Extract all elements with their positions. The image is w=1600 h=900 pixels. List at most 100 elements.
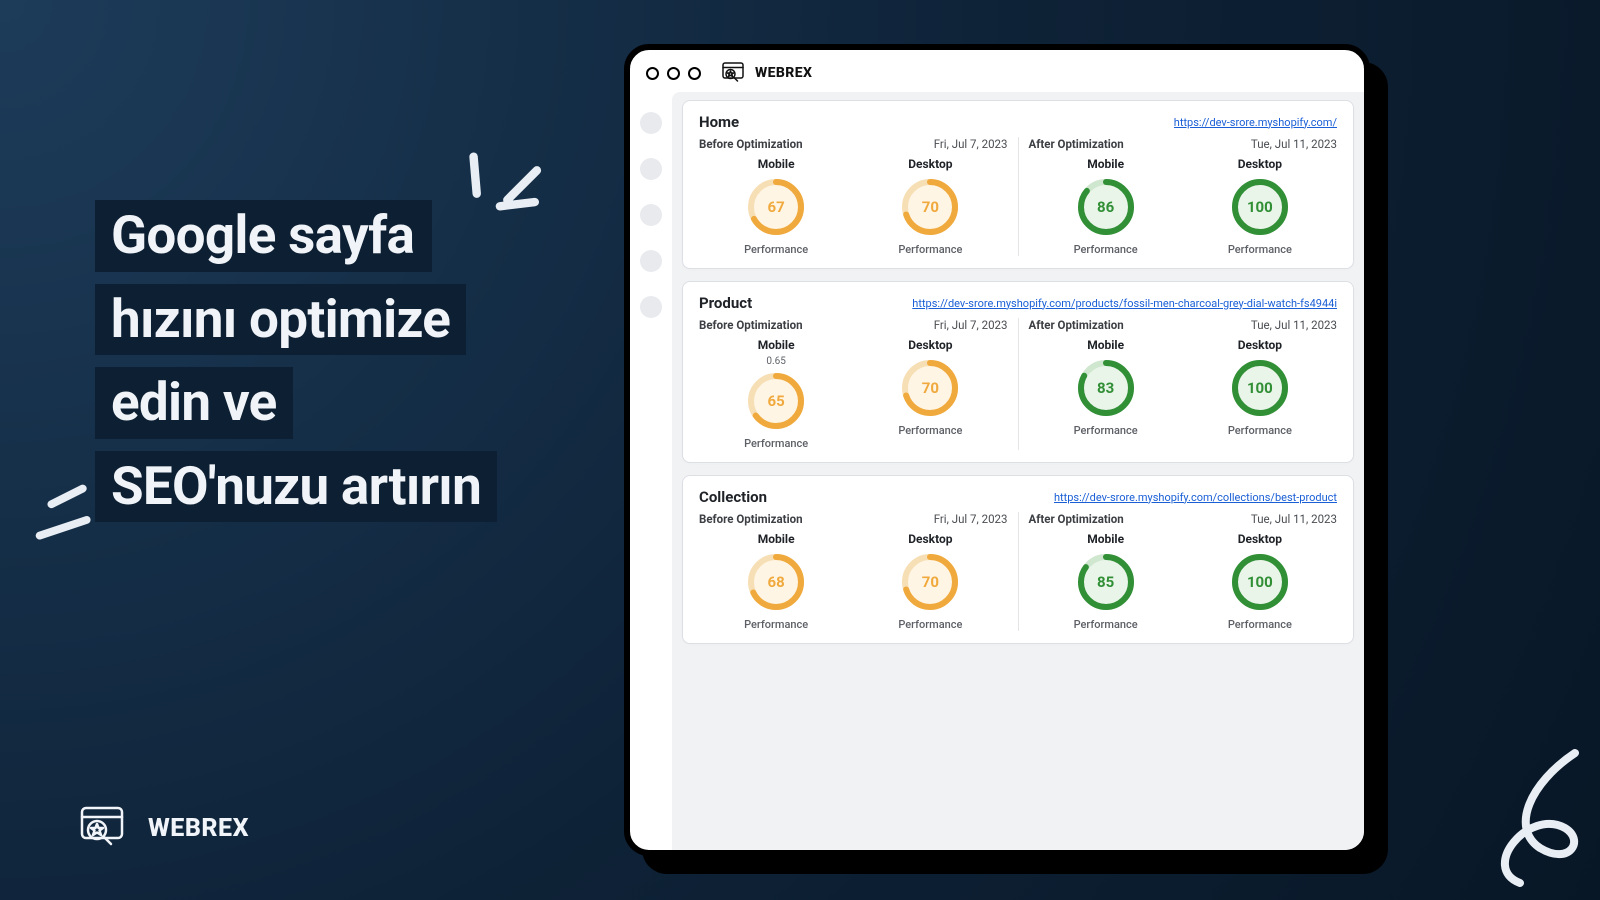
headline-line-2: hızını optimize <box>95 284 466 356</box>
brand-footer: WEBREX <box>78 806 249 850</box>
decorative-swirl-icon <box>1470 748 1590 888</box>
score-donut: 85 <box>1076 552 1136 612</box>
score-value: 86 <box>1076 177 1136 237</box>
metric-mobile: Mobile 86 Performance <box>1029 157 1183 256</box>
metric-caption: Performance <box>898 618 962 631</box>
report-panel-home: Home https://dev-srore.myshopify.com/ Be… <box>682 100 1354 269</box>
metric-caption: Performance <box>744 437 808 450</box>
before-label: Before Optimization <box>699 137 803 151</box>
report-panel-product: Product https://dev-srore.myshopify.com/… <box>682 281 1354 463</box>
score-value: 68 <box>746 552 806 612</box>
sidebar-item[interactable] <box>640 296 662 318</box>
score-value: 100 <box>1230 358 1290 418</box>
after-label: After Optimization <box>1029 137 1124 151</box>
after-column: After Optimization Tue, Jul 11, 2023 Mob… <box>1019 318 1338 450</box>
brand-name: WEBREX <box>148 814 249 843</box>
metric-mobile: Mobile 67 Performance <box>699 157 853 256</box>
sidebar-item[interactable] <box>640 158 662 180</box>
score-value: 83 <box>1076 358 1136 418</box>
metric-desktop: Desktop 100 Performance <box>1183 338 1337 437</box>
metric-desktop: Desktop 70 Performance <box>853 157 1007 256</box>
before-label: Before Optimization <box>699 512 803 526</box>
score-value: 85 <box>1076 552 1136 612</box>
app-window: WEBREX Home https://dev-srore.myshopify.… <box>624 44 1370 856</box>
metric-mobile: Mobile 83 Performance <box>1029 338 1183 437</box>
metric-caption: Performance <box>744 618 808 631</box>
metric-desktop: Desktop 100 Performance <box>1183 532 1337 631</box>
score-donut: 68 <box>746 552 806 612</box>
main-content: Home https://dev-srore.myshopify.com/ Be… <box>672 92 1364 850</box>
window-control-icon <box>688 67 701 80</box>
headline-line-1: Google sayfa <box>95 200 432 272</box>
score-donut: 100 <box>1230 177 1290 237</box>
metric-caption: Performance <box>898 243 962 256</box>
device-label: Mobile <box>758 532 795 546</box>
panel-title: Home <box>699 113 739 131</box>
panel-title: Product <box>699 294 752 312</box>
window-control-icon <box>646 67 659 80</box>
report-panel-collection: Collection https://dev-srore.myshopify.c… <box>682 475 1354 644</box>
after-column: After Optimization Tue, Jul 11, 2023 Mob… <box>1019 137 1338 256</box>
after-label: After Optimization <box>1029 512 1124 526</box>
panel-url-link[interactable]: https://dev-srore.myshopify.com/products… <box>912 297 1337 310</box>
after-column: After Optimization Tue, Jul 11, 2023 Mob… <box>1019 512 1338 631</box>
sidebar-item[interactable] <box>640 250 662 272</box>
sidebar-item[interactable] <box>640 112 662 134</box>
after-date: Tue, Jul 11, 2023 <box>1251 512 1337 526</box>
score-donut: 67 <box>746 177 806 237</box>
metric-caption: Performance <box>744 243 808 256</box>
metric-mobile: Mobile 0.65 65 Performance <box>699 338 853 450</box>
device-label: Desktop <box>908 157 952 171</box>
headline-line-4: SEO'nuzu artırın <box>95 451 497 523</box>
after-date: Tue, Jul 11, 2023 <box>1251 318 1337 332</box>
score-donut: 70 <box>900 358 960 418</box>
device-label: Mobile <box>1087 338 1124 352</box>
score-donut: 100 <box>1230 358 1290 418</box>
window-controls <box>646 67 701 80</box>
device-label: Mobile <box>1087 157 1124 171</box>
score-donut: 86 <box>1076 177 1136 237</box>
metric-caption: Performance <box>898 424 962 437</box>
score-donut: 83 <box>1076 358 1136 418</box>
panel-title: Collection <box>699 488 767 506</box>
before-date: Fri, Jul 7, 2023 <box>934 318 1008 332</box>
device-label: Desktop <box>1238 532 1282 546</box>
app-brand-name: WEBREX <box>755 65 812 81</box>
marketing-headline: Google sayfa hızını optimize edin ve SEO… <box>95 200 497 534</box>
before-column: Before Optimization Fri, Jul 7, 2023 Mob… <box>699 318 1019 450</box>
before-date: Fri, Jul 7, 2023 <box>934 512 1008 526</box>
score-donut: 65 <box>746 371 806 431</box>
device-label: Mobile <box>758 157 795 171</box>
device-label: Desktop <box>908 338 952 352</box>
sidebar-item[interactable] <box>640 204 662 226</box>
before-column: Before Optimization Fri, Jul 7, 2023 Mob… <box>699 137 1019 256</box>
app-brand: WEBREX <box>721 62 812 84</box>
device-label: Desktop <box>1238 338 1282 352</box>
score-value: 100 <box>1230 552 1290 612</box>
score-donut: 70 <box>900 552 960 612</box>
score-value: 100 <box>1230 177 1290 237</box>
device-label: Mobile <box>758 338 795 352</box>
score-value: 70 <box>900 552 960 612</box>
window-control-icon <box>667 67 680 80</box>
score-value: 67 <box>746 177 806 237</box>
before-column: Before Optimization Fri, Jul 7, 2023 Mob… <box>699 512 1019 631</box>
window-chrome: WEBREX <box>630 50 1364 92</box>
panel-url-link[interactable]: https://dev-srore.myshopify.com/collecti… <box>1054 491 1337 504</box>
metric-desktop: Desktop 70 Performance <box>853 532 1007 631</box>
metric-desktop: Desktop 70 Performance <box>853 338 1007 450</box>
before-date: Fri, Jul 7, 2023 <box>934 137 1008 151</box>
score-donut: 100 <box>1230 552 1290 612</box>
device-label: Mobile <box>1087 532 1124 546</box>
webrex-logo-icon <box>721 62 747 84</box>
metric-caption: Performance <box>1228 243 1292 256</box>
device-label: Desktop <box>908 532 952 546</box>
score-value: 70 <box>900 177 960 237</box>
panel-url-link[interactable]: https://dev-srore.myshopify.com/ <box>1174 116 1337 129</box>
metric-desktop: Desktop 100 Performance <box>1183 157 1337 256</box>
metric-caption: Performance <box>1228 618 1292 631</box>
before-label: Before Optimization <box>699 318 803 332</box>
score-value: 70 <box>900 358 960 418</box>
device-label: Desktop <box>1238 157 1282 171</box>
metric-mobile: Mobile 68 Performance <box>699 532 853 631</box>
